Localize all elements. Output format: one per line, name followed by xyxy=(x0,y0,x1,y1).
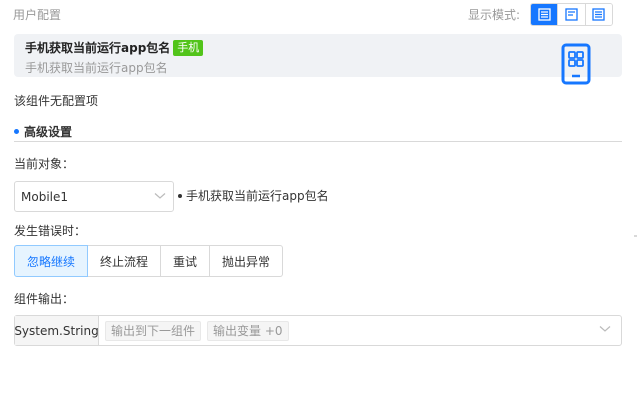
advanced-settings-header: 高级设置 xyxy=(14,123,72,140)
component-title: 手机获取当前运行app包名 xyxy=(25,41,171,55)
error-option-throw-exception[interactable]: 抛出异常 xyxy=(210,245,283,277)
on-error-label: 发生错误时： xyxy=(14,224,87,238)
output-targets[interactable]: 输出到下一组件 输出变量 +0 xyxy=(99,316,621,345)
advanced-settings-title: 高级设置 xyxy=(24,125,73,139)
output-type: System.String xyxy=(14,316,99,345)
chevron-down-icon xyxy=(154,193,166,199)
display-mode-label: 显示模式: xyxy=(468,8,521,22)
error-option-ignore-continue[interactable]: 忽略继续 xyxy=(14,245,88,277)
component-output-field[interactable]: System.String 输出到下一组件 输出变量 +0 xyxy=(14,315,622,346)
output-tag-variable: 输出变量 +0 xyxy=(207,320,289,341)
component-output-label: 组件输出： xyxy=(14,292,75,306)
phone-icon xyxy=(561,43,591,85)
target-object-select[interactable]: Mobile1 xyxy=(14,181,174,212)
target-object-label: 当前对象： xyxy=(14,157,75,171)
error-option-retry[interactable]: 重试 xyxy=(161,245,210,277)
section-label: 用户配置 xyxy=(13,8,62,22)
mode-1-icon xyxy=(538,8,551,21)
divider xyxy=(14,141,622,142)
bullet-dot-icon xyxy=(14,129,19,134)
target-object-description: 手机获取当前运行app包名 xyxy=(178,187,329,204)
component-subtitle: 手机获取当前运行app包名 xyxy=(25,61,168,75)
no-config-message: 该组件无配置项 xyxy=(14,94,99,108)
chevron-down-icon xyxy=(599,326,611,332)
component-title-row: 手机获取当前运行app包名 手机 xyxy=(25,39,204,56)
display-mode-button-1[interactable] xyxy=(531,4,558,25)
mode-3-icon xyxy=(592,8,605,21)
on-error-options: 忽略继续 终止流程 重试 抛出异常 xyxy=(14,245,283,277)
mode-2-icon xyxy=(565,8,578,21)
output-tag-next-component: 输出到下一组件 xyxy=(105,320,202,341)
component-info-card: 手机获取当前运行app包名 手机 手机获取当前运行app包名 xyxy=(14,34,622,77)
target-description-text: 手机获取当前运行app包名 xyxy=(186,189,329,203)
error-option-stop-flow[interactable]: 终止流程 xyxy=(88,245,161,277)
config-header: 用户配置 显示模式: xyxy=(0,0,637,28)
target-object-value: Mobile1 xyxy=(21,190,68,204)
component-category-tag: 手机 xyxy=(173,39,204,56)
display-mode-button-2[interactable] xyxy=(557,4,585,25)
display-mode-switch xyxy=(530,3,613,26)
display-mode-button-3[interactable] xyxy=(584,4,612,25)
bullet-dot-icon xyxy=(178,193,182,198)
